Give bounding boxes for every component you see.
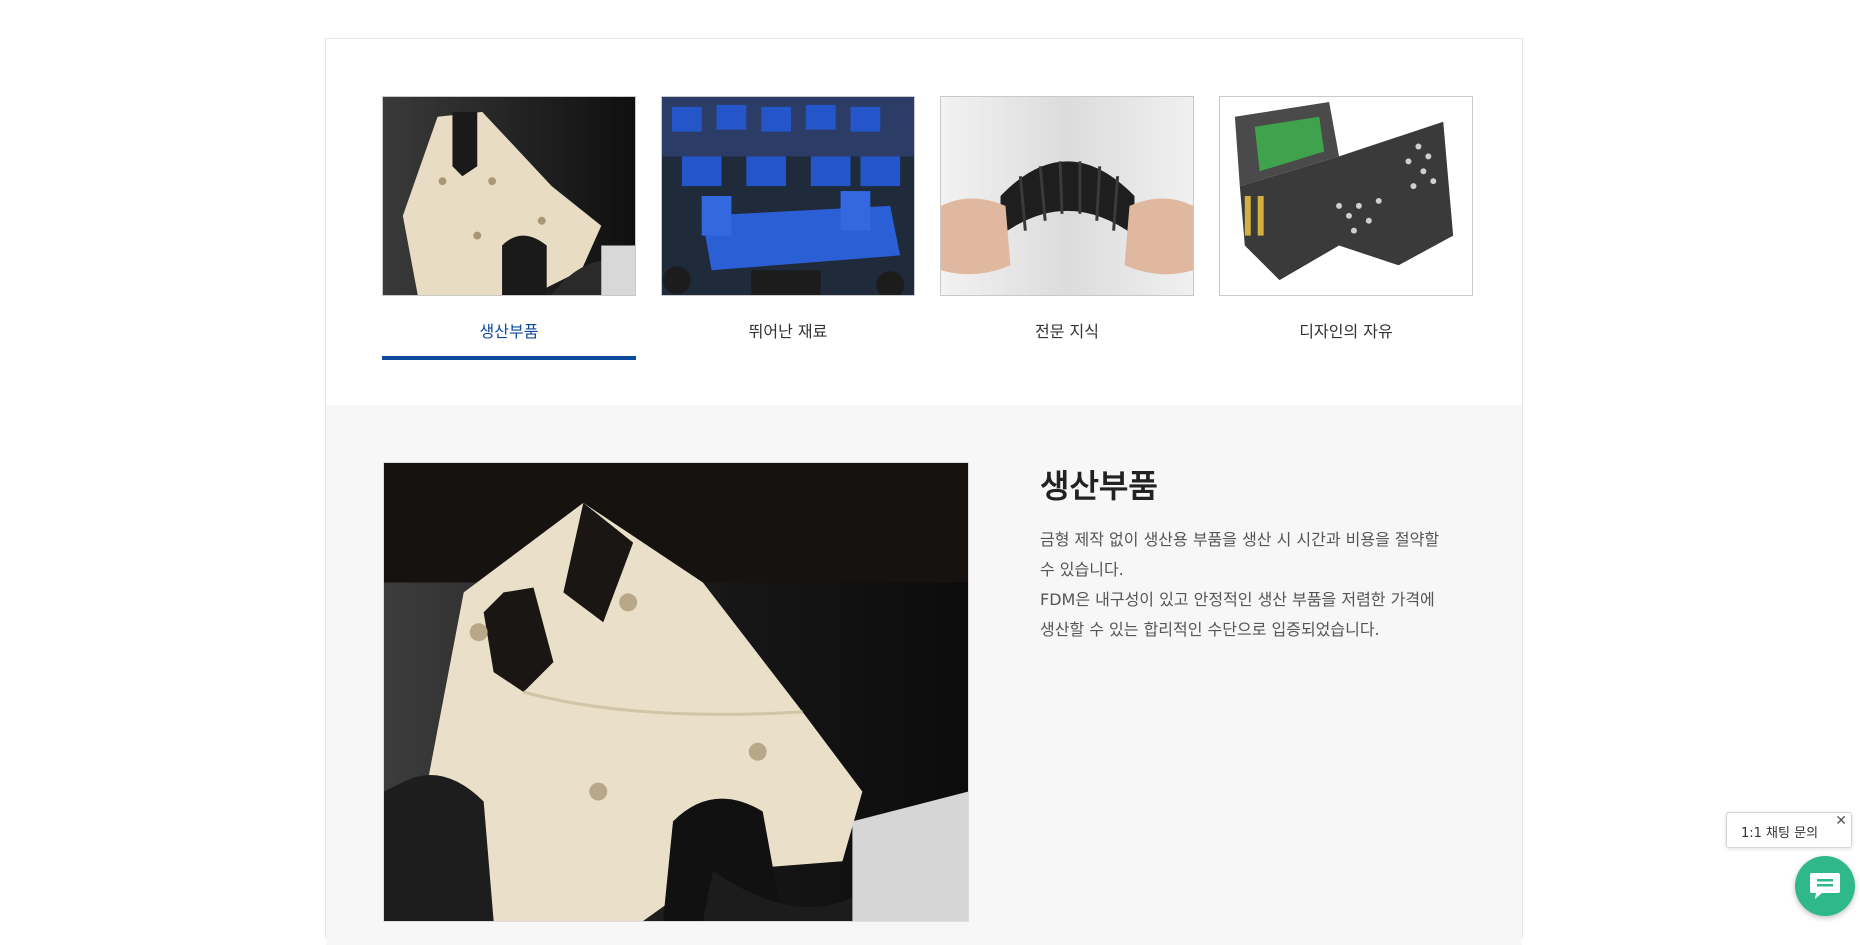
- tab-label: 뛰어난 재료: [748, 322, 828, 341]
- detail-paragraph: FDM은 내구성이 있고 안정적인 생산 부품을 저렴한 가격에 생산할 수 있…: [1040, 590, 1435, 639]
- chat-popup[interactable]: 1:1 채팅 문의 ✕: [1726, 812, 1852, 848]
- detail-paragraph: 금형 제작 없이 생산용 부품을 생산 시 시간과 비용을 절약할 수 있습니다…: [1040, 530, 1440, 579]
- production-part-image: [383, 462, 969, 922]
- tab-label: 디자인의 자유: [1299, 322, 1393, 341]
- expertise-thumbnail: [940, 96, 1194, 296]
- tab-label: 전문 지식: [1035, 322, 1099, 341]
- chat-bubble-icon: [1810, 873, 1840, 899]
- chat-button[interactable]: [1795, 856, 1855, 916]
- feature-section: 생산부품 뛰어난 재료 전문 지식 디자인의 자유 생산부품 금형 제작 없이 …: [325, 38, 1523, 945]
- tab-label: 생산부품: [479, 322, 539, 341]
- detail-description: 금형 제작 없이 생산용 부품을 생산 시 시간과 비용을 절약할 수 있습니다…: [1040, 525, 1440, 645]
- design-freedom-thumbnail: [1219, 96, 1473, 296]
- production-part-thumbnail: [382, 96, 636, 296]
- detail-title: 생산부품: [1040, 467, 1158, 505]
- close-icon[interactable]: ✕: [1835, 813, 1847, 829]
- tab-materials[interactable]: 뛰어난 재료: [661, 96, 915, 361]
- materials-thumbnail: [661, 96, 915, 296]
- tab-expertise[interactable]: 전문 지식: [940, 96, 1194, 361]
- tab-design-freedom[interactable]: 디자인의 자유: [1219, 96, 1473, 361]
- tab-detail-panel: 생산부품 금형 제작 없이 생산용 부품을 생산 시 시간과 비용을 절약할 수…: [326, 405, 1522, 945]
- tab-production-parts[interactable]: 생산부품: [382, 96, 636, 361]
- chat-popup-label[interactable]: 1:1 채팅 문의: [1741, 822, 1818, 841]
- feature-tabs: 생산부품 뛰어난 재료 전문 지식 디자인의 자유: [382, 96, 1473, 366]
- active-tab-indicator: [382, 356, 636, 360]
